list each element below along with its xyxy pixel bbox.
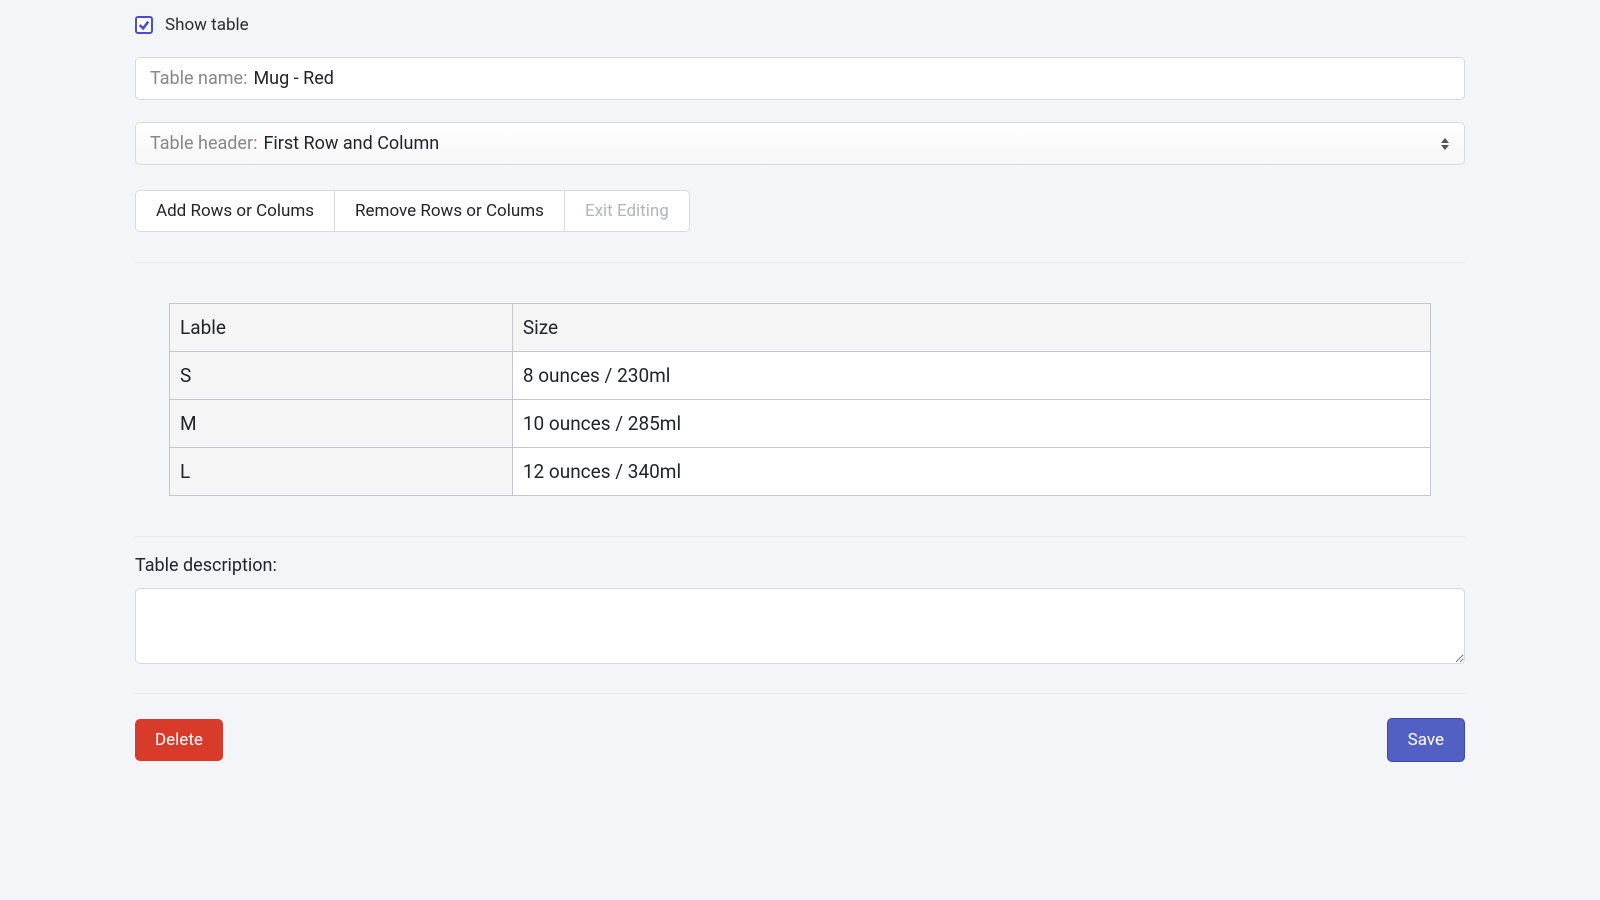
save-button[interactable]: Save (1387, 718, 1465, 762)
table-cell[interactable]: 8 ounces / 230ml (512, 352, 1430, 400)
table-header-value: First Row and Column (263, 133, 1440, 154)
show-table-checkbox[interactable] (135, 16, 153, 34)
table-name-field-wrapper: Table name: (135, 57, 1465, 100)
data-table: Lable Size S 8 ounces / 230ml M 10 ounce… (169, 303, 1431, 496)
action-bar: Delete Save (135, 718, 1465, 762)
add-rows-columns-button[interactable]: Add Rows or Colums (136, 191, 335, 231)
exit-editing-button[interactable]: Exit Editing (565, 191, 689, 231)
table-header-label: Table header: (150, 133, 257, 154)
table-row: M 10 ounces / 285ml (170, 400, 1431, 448)
edit-button-group: Add Rows or Colums Remove Rows or Colums… (135, 190, 690, 232)
table-row-header[interactable]: L (170, 448, 513, 496)
delete-button[interactable]: Delete (135, 719, 223, 761)
table-cell[interactable]: 10 ounces / 285ml (512, 400, 1430, 448)
divider (135, 262, 1465, 263)
table-row: S 8 ounces / 230ml (170, 352, 1431, 400)
remove-rows-columns-button[interactable]: Remove Rows or Colums (335, 191, 565, 231)
divider (135, 536, 1465, 537)
select-arrows-icon (1440, 136, 1450, 152)
table-name-input[interactable] (253, 68, 1450, 89)
table-header-cell[interactable]: Lable (170, 304, 513, 352)
table-row: L 12 ounces / 340ml (170, 448, 1431, 496)
divider (135, 693, 1465, 694)
table-name-label: Table name: (150, 68, 247, 89)
check-icon (138, 19, 150, 31)
table-row-header[interactable]: S (170, 352, 513, 400)
table-header-row: Lable Size (170, 304, 1431, 352)
table-header-cell[interactable]: Size (512, 304, 1430, 352)
table-description-input[interactable] (135, 588, 1465, 664)
table-header-select[interactable]: Table header: First Row and Column (135, 122, 1465, 165)
table-row-header[interactable]: M (170, 400, 513, 448)
show-table-label: Show table (165, 15, 249, 35)
table-description-label: Table description: (135, 555, 1465, 576)
table-cell[interactable]: 12 ounces / 340ml (512, 448, 1430, 496)
